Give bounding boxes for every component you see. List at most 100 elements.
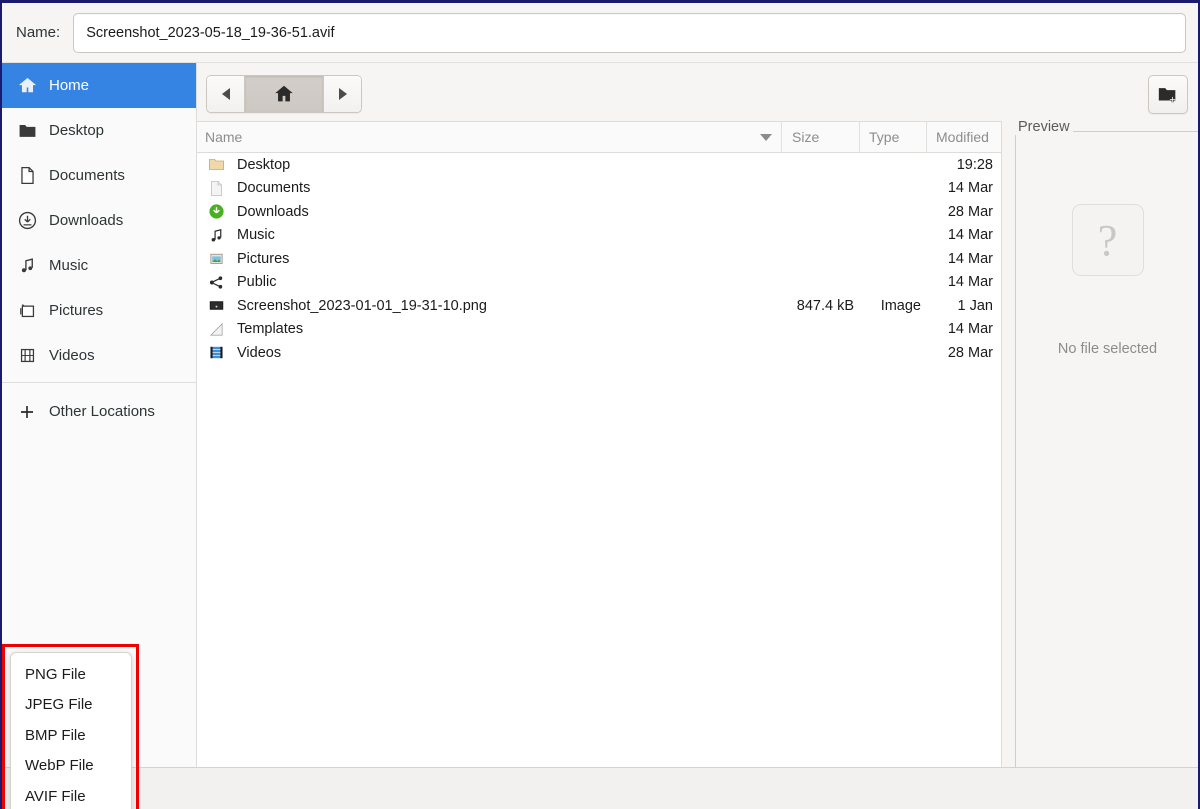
document-icon [207,179,225,197]
filetype-dropdown-menu[interactable]: PNG File JPEG File BMP File WebP File AVIF F… [10,652,132,809]
table-row[interactable]: Downloads 28 Mar [197,200,1001,224]
music-note-icon [16,255,38,277]
file-list[interactable]: Name Size Type Modified Desktop 19:28 Docu… [197,121,1002,768]
download-icon [208,204,224,219]
file-rows: Desktop 19:28 Documents 14 Mar Downloads 28 M… [197,153,1001,365]
table-row[interactable]: Videos 28 Mar [197,341,1001,365]
unknown-file-icon: ? [1071,204,1144,276]
sidebar-item-music[interactable]: Music [2,243,196,288]
folder-icon [16,120,38,142]
templates-icon [207,320,225,338]
column-header-type[interactable]: Type [860,122,927,153]
column-header-name[interactable]: Name [197,122,782,153]
download-icon [207,203,225,221]
sidebar-item-label: Desktop [49,122,105,139]
column-header-size[interactable]: Size [782,122,860,153]
image-icon [207,297,225,315]
file-name-cell: Videos [197,344,782,362]
sort-descending-icon [760,133,772,141]
file-name-cell: Documents [197,179,782,197]
file-modified-cell: 14 Mar [947,321,993,338]
name-row: Name: Screenshot_2023-05-18_19-36-51.avi… [2,3,1198,62]
file-modified-cell: 28 Mar [947,203,993,220]
filename-input[interactable]: Screenshot_2023-05-18_19-36-51.avif [73,12,1186,53]
file-name-cell: Music [197,226,782,244]
file-modified-cell: 14 Mar [947,227,993,244]
file-name-label: Videos [237,344,282,361]
column-header-modified[interactable]: Modified [927,122,1001,153]
table-row[interactable]: Screenshot_2023-01-01_19-31-10.png 847.4 … [197,294,1001,318]
film-icon [207,344,225,362]
new-folder-button[interactable] [1148,75,1188,114]
file-name-cell: Downloads [197,203,782,221]
menu-item-bmp-file[interactable]: BMP File [11,720,131,751]
sidebar-item-label: Videos [49,347,95,364]
file-modified-cell: 1 Jan [957,297,993,314]
music-note-icon [207,226,225,244]
table-row[interactable]: Desktop 19:28 [197,153,1001,177]
file-name-label: Documents [237,180,311,197]
file-size-cell: 847.4 kB [796,297,854,314]
menu-item-avif-file[interactable]: AVIF File [11,781,131,809]
preview-frame-label: Preview [1015,119,1073,135]
home-icon [275,85,293,102]
dialog-bottom-bar [2,767,1198,809]
path-button-home[interactable] [245,76,323,112]
document-icon [16,165,38,187]
file-modified-cell: 14 Mar [947,180,993,197]
file-modified-cell: 19:28 [956,156,993,173]
file-name-label: Music [237,227,275,244]
sidebar-item-label: Other Locations [49,403,155,420]
path-back-button[interactable] [207,76,245,112]
download-icon [16,210,38,232]
sidebar-item-downloads[interactable]: Downloads [2,198,196,243]
sidebar-item-label: Documents [49,167,125,184]
film-icon [209,347,223,359]
triangle-right-icon [338,88,347,100]
home-icon [16,75,38,97]
share-icon [209,276,222,289]
sidebar-item-label: Music [49,257,89,274]
table-row[interactable]: Pictures 14 Mar [197,247,1001,271]
sidebar-separator [2,382,196,383]
menu-item-jpeg-file[interactable]: JPEG File [11,690,131,721]
music-note-icon [211,228,221,242]
sidebar-item-videos[interactable]: Videos [2,333,196,378]
browse-pane: Name Size Type Modified Desktop 19:28 Docu… [197,62,1198,768]
file-name-label: Public [237,274,277,291]
preview-pane: Preview ? No file selected [1015,119,1198,768]
preview-empty-text: No file selected [1057,341,1158,357]
table-row[interactable]: Music 14 Mar [197,224,1001,248]
file-name-cell: Templates [197,320,782,338]
pictures-icon [207,250,225,268]
file-list-header: Name Size Type Modified [197,122,1001,153]
preview-frame: ? No file selected [1015,131,1198,767]
share-icon [207,273,225,291]
menu-item-webp-file[interactable]: WebP File [11,751,131,782]
table-row[interactable]: Public 14 Mar [197,271,1001,295]
table-row[interactable]: Templates 14 Mar [197,318,1001,342]
file-name-label: Desktop [237,156,291,173]
sidebar-item-label: Downloads [49,212,124,229]
sidebar-item-other-locations[interactable]: Other Locations [2,389,196,434]
sidebar-item-desktop[interactable]: Desktop [2,108,196,153]
templates-icon [209,322,223,336]
image-icon [209,301,223,310]
file-name-cell: Public [197,273,782,291]
film-icon [16,345,38,367]
new-folder-icon [1158,87,1176,102]
sidebar-item-home[interactable]: Home [2,63,196,108]
sidebar-item-documents[interactable]: Documents [2,153,196,198]
file-name-cell: Pictures [197,250,782,268]
file-modified-cell: 14 Mar [947,250,993,267]
path-forward-button[interactable] [323,76,361,112]
table-row[interactable]: Documents 14 Mar [197,177,1001,201]
file-name-cell: Screenshot_2023-01-01_19-31-10.png [197,297,782,315]
folder-icon [208,159,224,171]
sidebar-item-label: Home [49,77,90,94]
sidebar-item-pictures[interactable]: Pictures [2,288,196,333]
file-chooser-dialog: Name: Screenshot_2023-05-18_19-36-51.avi… [0,0,1200,809]
file-name-label: Templates [237,321,304,338]
menu-item-png-file[interactable]: PNG File [11,659,131,690]
file-name-label: Downloads [237,203,309,220]
